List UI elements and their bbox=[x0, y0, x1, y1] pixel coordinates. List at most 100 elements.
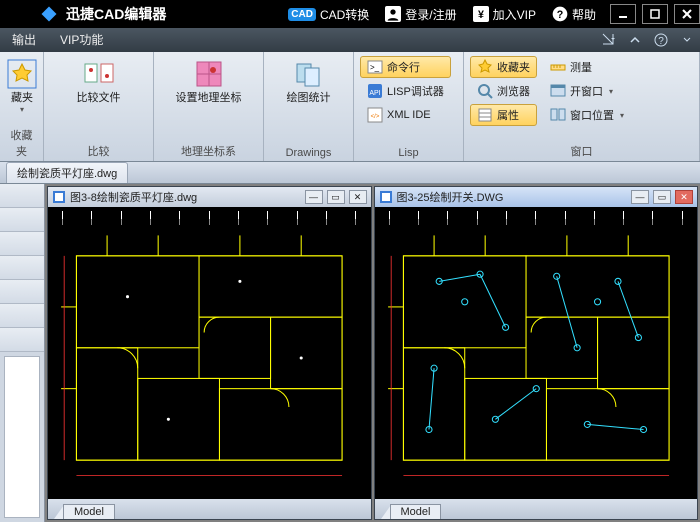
doc-close-button[interactable]: ✕ bbox=[675, 190, 693, 204]
open-window-button[interactable]: 开窗口 ▾ bbox=[543, 80, 631, 102]
favorites-panel-button[interactable]: 收藏夹 bbox=[470, 56, 537, 78]
xml-ide-button[interactable]: </> XML IDE bbox=[360, 104, 451, 126]
help-button[interactable]: ? 帮助 bbox=[544, 0, 604, 28]
menu-vip[interactable]: VIP功能 bbox=[48, 28, 115, 52]
star-grid-icon bbox=[6, 58, 38, 90]
compare-label: 比较文件 bbox=[77, 92, 121, 105]
ribbon-group-drawings: 绘图统计 Drawings bbox=[264, 52, 354, 161]
measure-button[interactable]: 测量 bbox=[543, 56, 631, 78]
login-button[interactable]: 登录/注册 bbox=[377, 0, 464, 28]
window-position-button[interactable]: 窗口位置 ▾ bbox=[543, 104, 631, 126]
geo-label: 设置地理坐标 bbox=[176, 92, 242, 105]
menubar: 输出 VIP功能 ? bbox=[0, 28, 700, 52]
login-label: 登录/注册 bbox=[405, 6, 456, 23]
vip-button[interactable]: ¥ 加入VIP bbox=[465, 0, 544, 28]
dock-slot[interactable] bbox=[0, 304, 44, 328]
dock-slot[interactable] bbox=[0, 184, 44, 208]
app-logo-icon bbox=[40, 5, 58, 23]
properties-button[interactable]: 属性 bbox=[470, 104, 537, 126]
lisp-label: LISP调试器 bbox=[387, 83, 444, 99]
floorplan-icon bbox=[56, 225, 363, 491]
dock-slot[interactable] bbox=[0, 328, 44, 352]
help-label: 帮助 bbox=[572, 6, 596, 23]
ribbon: 藏夹 ▾ 收藏夹 比较文件 比较 设置地理坐标 地理坐标系 绘图统计 Drawi… bbox=[0, 52, 700, 162]
document-window-right: 图3-25绘制开关.DWG ― ▭ ✕ bbox=[374, 186, 699, 520]
measure-label: 测量 bbox=[570, 59, 592, 75]
ruler-icon bbox=[550, 59, 566, 75]
compare-files-button[interactable]: 比较文件 bbox=[69, 56, 129, 105]
document-titlebar[interactable]: 图3-8绘制瓷质平灯座.dwg ― ▭ ✕ bbox=[48, 187, 371, 207]
ribbon-group-label: 窗口 bbox=[470, 141, 693, 161]
openwin-label: 开窗口 bbox=[570, 83, 603, 99]
document-tabstrip: 绘制瓷质平灯座.dwg bbox=[0, 162, 700, 184]
dock-slot[interactable] bbox=[0, 280, 44, 304]
favorites-label: 藏夹 bbox=[11, 92, 33, 105]
dock-slot[interactable] bbox=[0, 256, 44, 280]
document-title: 图3-8绘制瓷质平灯座.dwg bbox=[70, 189, 301, 205]
document-titlebar[interactable]: 图3-25绘制开关.DWG ― ▭ ✕ bbox=[375, 187, 698, 207]
geo-coord-button[interactable]: 设置地理坐标 bbox=[169, 56, 249, 105]
lisp-icon: API bbox=[367, 83, 383, 99]
drawing-stats-button[interactable]: 绘图统计 bbox=[279, 56, 339, 105]
doc-close-button[interactable]: ✕ bbox=[349, 190, 367, 204]
compare-icon bbox=[83, 58, 115, 90]
ribbon-group-lisp: >_ 命令行 APILISP调试器 </> XML IDE Lisp bbox=[354, 52, 464, 161]
ribbon-group-window: 收藏夹 浏览器 属性 测量 开窗口 ▾ 窗口位置 ▾ 窗口 bbox=[464, 52, 700, 161]
titlebar: 迅捷CAD编辑器 CAD CAD转换 登录/注册 ¥ 加入VIP ? 帮助 bbox=[0, 0, 700, 28]
style-dropdown-icon[interactable] bbox=[600, 31, 618, 49]
ribbon-group-label: 比较 bbox=[50, 141, 147, 161]
ribbon-group-label: 收藏夹 bbox=[6, 125, 37, 161]
xml-icon: </> bbox=[367, 107, 383, 123]
properties-icon bbox=[477, 107, 493, 123]
maximize-button[interactable] bbox=[642, 4, 668, 24]
favorites-button[interactable]: 藏夹 ▾ bbox=[6, 56, 38, 114]
cmdline-label: 命令行 bbox=[387, 59, 420, 75]
chevron-up-icon[interactable] bbox=[626, 31, 644, 49]
svg-text:>_: >_ bbox=[370, 63, 380, 72]
drawings-icon bbox=[293, 58, 325, 90]
chevron-down-icon: ▾ bbox=[620, 111, 624, 120]
dwg-file-icon bbox=[52, 190, 66, 204]
close-button[interactable] bbox=[674, 4, 700, 24]
drawings-label: 绘图统计 bbox=[287, 92, 331, 105]
doc-maximize-button[interactable]: ▭ bbox=[653, 190, 671, 204]
lisp-debug-button[interactable]: APILISP调试器 bbox=[360, 80, 451, 102]
svg-text:?: ? bbox=[658, 36, 664, 47]
chevron-down-icon[interactable] bbox=[678, 31, 696, 49]
xml-label: XML IDE bbox=[387, 109, 431, 121]
minimize-button[interactable] bbox=[610, 4, 636, 24]
winpos-label: 窗口位置 bbox=[570, 107, 614, 123]
browser-button[interactable]: 浏览器 bbox=[470, 80, 537, 102]
ribbon-group-label: 地理坐标系 bbox=[160, 141, 257, 161]
work-area: 图3-8绘制瓷质平灯座.dwg ― ▭ ✕ bbox=[0, 184, 700, 522]
cmdline-button[interactable]: >_ 命令行 bbox=[360, 56, 451, 78]
help-icon: ? bbox=[552, 6, 568, 22]
model-tab[interactable]: Model bbox=[390, 504, 442, 519]
help-small-icon[interactable]: ? bbox=[652, 31, 670, 49]
dock-panel bbox=[4, 356, 40, 518]
ribbon-group-label: Lisp bbox=[360, 145, 457, 161]
drawing-canvas[interactable] bbox=[375, 207, 698, 499]
yen-icon: ¥ bbox=[473, 6, 489, 22]
ribbon-group-geo: 设置地理坐标 地理坐标系 bbox=[154, 52, 264, 161]
cad-convert-button[interactable]: CAD CAD转换 bbox=[280, 0, 377, 28]
menu-output[interactable]: 输出 bbox=[0, 28, 48, 52]
svg-text:?: ? bbox=[557, 9, 564, 21]
doc-maximize-button[interactable]: ▭ bbox=[327, 190, 345, 204]
document-view-tabs: Model bbox=[48, 499, 371, 519]
doc-minimize-button[interactable]: ― bbox=[631, 190, 649, 204]
document-tab[interactable]: 绘制瓷质平灯座.dwg bbox=[6, 162, 128, 183]
document-container: 图3-8绘制瓷质平灯座.dwg ― ▭ ✕ bbox=[45, 184, 700, 522]
vip-label: 加入VIP bbox=[493, 6, 536, 23]
cad-badge-icon: CAD bbox=[288, 8, 316, 21]
doc-minimize-button[interactable]: ― bbox=[305, 190, 323, 204]
floorplan-icon bbox=[383, 225, 690, 491]
document-window-left: 图3-8绘制瓷质平灯座.dwg ― ▭ ✕ bbox=[47, 186, 372, 520]
drawing-canvas[interactable] bbox=[48, 207, 371, 499]
user-icon bbox=[385, 6, 401, 22]
dock-slot[interactable] bbox=[0, 232, 44, 256]
model-tab[interactable]: Model bbox=[63, 504, 115, 519]
ribbon-group-favorites: 藏夹 ▾ 收藏夹 bbox=[0, 52, 44, 161]
chevron-down-icon: ▾ bbox=[609, 87, 613, 96]
dock-slot[interactable] bbox=[0, 208, 44, 232]
